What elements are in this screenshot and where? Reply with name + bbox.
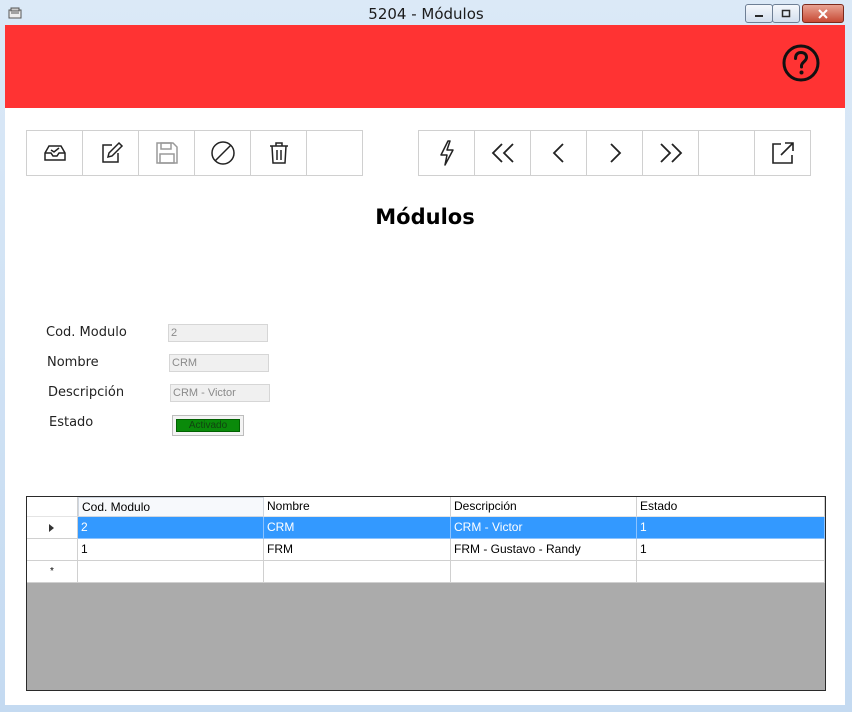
cell-nombre[interactable] [264, 561, 451, 583]
minimize-icon [755, 14, 763, 17]
toolbar-empty-slot [307, 131, 362, 175]
column-header-descripcion[interactable]: Descripción [451, 497, 637, 517]
restore-button[interactable] [772, 4, 800, 23]
page-title: Módulos [375, 205, 475, 229]
header-band [5, 25, 845, 108]
previous-record-button[interactable] [531, 131, 587, 175]
table-row[interactable]: 2 CRM CRM - Victor 1 [27, 517, 825, 539]
export-icon [771, 142, 794, 164]
save-button[interactable] [139, 131, 195, 175]
cell-descripcion[interactable] [451, 561, 637, 583]
table-row[interactable]: 1 FRM FRM - Gustavo - Randy 1 [27, 539, 825, 561]
form-client-area: Módulos Cod. Modulo 2 Nombre CRM Descrip… [5, 25, 845, 705]
cell-estado[interactable]: 1 [637, 539, 825, 561]
cell-cod-modulo[interactable]: 1 [78, 539, 264, 561]
next-icon [609, 143, 621, 163]
modules-data-grid[interactable]: Cod. Modulo Nombre Descripción Estado 2 … [26, 496, 826, 691]
export-button[interactable] [755, 131, 810, 175]
column-header-cod-modulo[interactable]: Cod. Modulo [78, 497, 264, 517]
edit-button[interactable] [83, 131, 139, 175]
column-header-estado[interactable]: Estado [637, 497, 825, 517]
next-record-button[interactable] [587, 131, 643, 175]
toolbar-navigation [418, 130, 811, 176]
toolbar-actions [26, 130, 363, 176]
window-title: 5204 - Módulos [368, 5, 484, 23]
save-icon [155, 142, 178, 164]
first-record-button[interactable] [475, 131, 531, 175]
application-window: 5204 - Módulos Módulos Cod. Modulo 2 Nom… [0, 0, 852, 712]
new-row[interactable]: * [27, 561, 825, 583]
grid-header-row: Cod. Modulo Nombre Descripción Estado [27, 497, 825, 519]
toolbar-empty-slot [699, 131, 755, 175]
close-button[interactable] [802, 4, 844, 23]
current-row-arrow-icon [49, 523, 54, 532]
cancel-icon [210, 141, 235, 165]
estado-status-badge: Activado [176, 419, 240, 432]
cell-cod-modulo[interactable] [78, 561, 264, 583]
last-record-button[interactable] [643, 131, 699, 175]
help-circle-icon [782, 44, 820, 82]
new-row-marker: * [27, 561, 78, 583]
cod-modulo-label: Cod. Modulo [46, 325, 127, 340]
estado-label: Estado [49, 415, 94, 430]
inbox-icon [43, 145, 66, 161]
bolt-icon [439, 140, 454, 166]
descripcion-label: Descripción [48, 385, 125, 400]
cell-descripcion[interactable]: CRM - Victor [451, 517, 637, 539]
title-bar[interactable]: 5204 - Módulos [0, 0, 852, 26]
cell-cod-modulo[interactable]: 2 [78, 517, 264, 539]
cancel-button[interactable] [195, 131, 251, 175]
inbox-button[interactable] [27, 131, 83, 175]
row-header[interactable] [27, 517, 78, 539]
row-header-corner [27, 497, 78, 517]
cell-estado[interactable] [637, 561, 825, 583]
close-icon [818, 8, 828, 19]
cell-nombre[interactable]: CRM [264, 517, 451, 539]
descripcion-field[interactable]: CRM - Victor [170, 384, 270, 402]
restore-icon [781, 9, 791, 18]
cell-nombre[interactable]: FRM [264, 539, 451, 561]
nombre-label: Nombre [47, 355, 99, 370]
last-icon [659, 143, 682, 163]
cell-descripcion[interactable]: FRM - Gustavo - Randy [451, 539, 637, 561]
minimize-button[interactable] [745, 4, 773, 23]
help-button[interactable] [781, 43, 821, 83]
row-header[interactable] [27, 539, 78, 561]
column-header-nombre[interactable]: Nombre [264, 497, 451, 517]
cod-modulo-field[interactable]: 2 [168, 324, 268, 342]
cell-estado[interactable]: 1 [637, 517, 825, 539]
edit-icon [101, 141, 123, 163]
estado-toggle[interactable]: Activado [172, 415, 244, 436]
previous-icon [552, 143, 564, 163]
first-icon [491, 143, 514, 163]
delete-button[interactable] [251, 131, 307, 175]
nombre-field[interactable]: CRM [169, 354, 269, 372]
bolt-button[interactable] [419, 131, 475, 175]
trash-icon [269, 142, 288, 164]
window-controls [745, 4, 844, 23]
